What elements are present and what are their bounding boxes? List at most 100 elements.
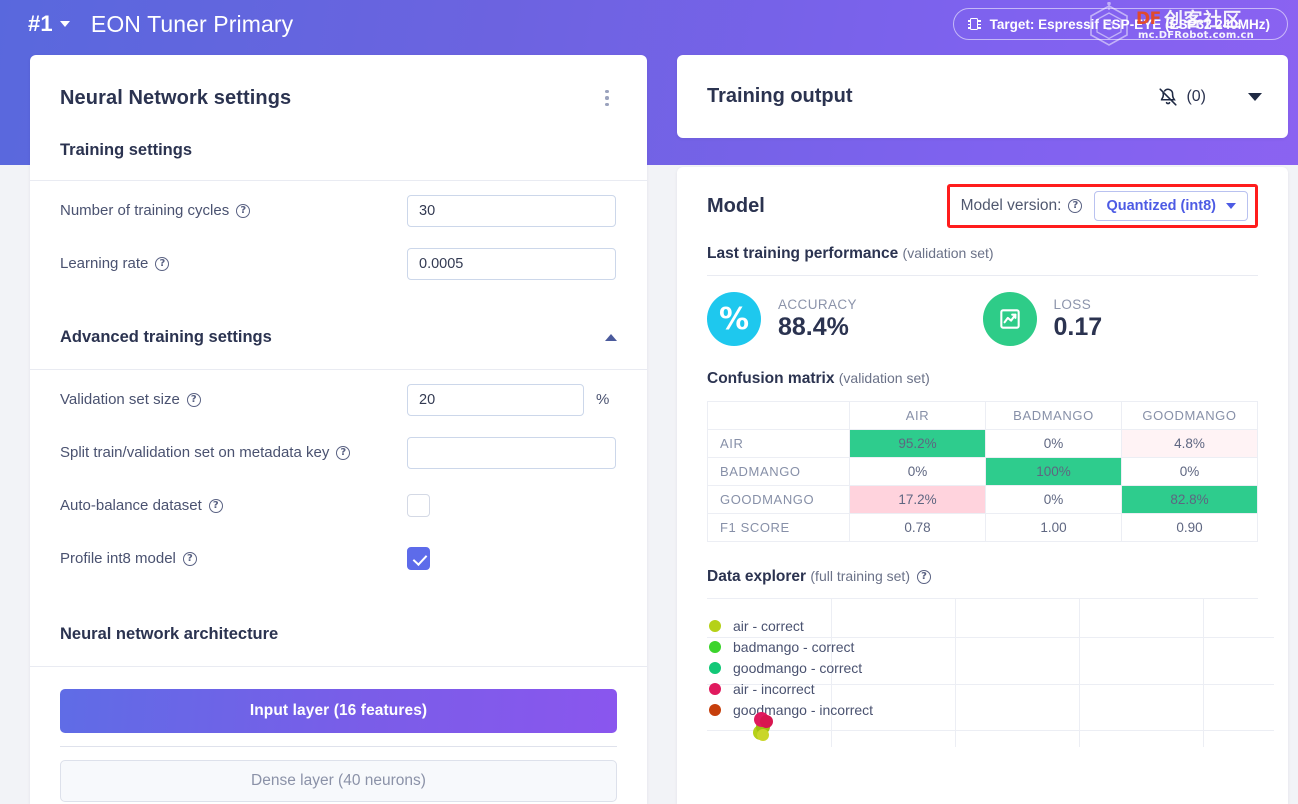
- last-training-performance-heading: Last training performance (validation se…: [677, 245, 1288, 263]
- label-text: Number of training cycles: [60, 202, 230, 219]
- top-bar: #1 EON Tuner Primary Target: Espressif E…: [0, 0, 1298, 48]
- metric-accuracy: % ACCURACY 88.4%: [707, 292, 983, 346]
- field-label: Auto-balance dataset ?: [60, 497, 407, 514]
- divider: [30, 369, 647, 370]
- legend-label: goodmango - correct: [733, 659, 863, 676]
- field-learning-rate: Learning rate ?: [30, 237, 647, 290]
- cell: 95.2%: [849, 429, 986, 458]
- metadata-split-key-input[interactable]: [407, 436, 616, 469]
- neural-network-settings-card: Neural Network settings Training setting…: [30, 55, 647, 804]
- help-circle-icon[interactable]: ?: [1068, 199, 1083, 213]
- cell: 1.00: [985, 513, 1122, 542]
- kebab-menu-icon[interactable]: [597, 85, 617, 111]
- legend-dot-icon: [709, 619, 721, 632]
- legend-dot-icon: [709, 703, 721, 716]
- architecture-heading: Neural network architecture: [60, 625, 279, 643]
- cell: 0%: [1121, 457, 1258, 486]
- legend-item[interactable]: air - incorrect: [709, 678, 873, 699]
- label-text: Learning rate: [60, 255, 149, 272]
- col-header-goodmango: GOODMANGO: [1121, 401, 1258, 430]
- project-selector[interactable]: #1: [28, 11, 70, 37]
- table-row: F1 SCORE 0.78 1.00 0.90: [707, 513, 1258, 542]
- profile-int8-model-checkbox[interactable]: [407, 547, 430, 570]
- row-header: GOODMANGO: [707, 485, 850, 514]
- layer-dense-layer[interactable]: Dense layer (40 neurons): [60, 760, 617, 802]
- confusion-matrix: AIR BADMANGO GOODMANGO AIR 95.2% 0% 4.8%…: [677, 401, 1288, 542]
- layer-connector: [60, 746, 617, 747]
- target-device-label: Target: Espressif ESP-EYE (ESP32 240MHz): [989, 16, 1270, 32]
- gridline-vertical: [1079, 599, 1080, 747]
- label-text: Profile int8 model: [60, 550, 176, 567]
- model-version-select[interactable]: Quantized (int8): [1094, 191, 1248, 221]
- card-header: Neural Network settings: [30, 55, 647, 141]
- gridline-vertical: [955, 599, 956, 747]
- field-label: Split train/validation set on metadata k…: [60, 444, 407, 461]
- help-circle-icon[interactable]: ?: [155, 256, 170, 271]
- metric-value: 0.17: [1053, 312, 1103, 341]
- metric-value: 88.4%: [778, 312, 849, 341]
- legend-dot-icon: [709, 640, 721, 653]
- advanced-training-settings-toggle[interactable]: Advanced training settings: [30, 328, 647, 347]
- learning-rate-input[interactable]: [407, 247, 616, 280]
- validation-set-size-input[interactable]: [407, 383, 584, 416]
- help-circle-icon[interactable]: ?: [186, 392, 201, 407]
- data-explorer-heading: Data explorer (full training set) ?: [677, 568, 1288, 586]
- layer-input-layer[interactable]: Input layer (16 features): [60, 689, 617, 733]
- cell: 0%: [985, 429, 1122, 458]
- training-output-card: Training output (0): [677, 55, 1288, 138]
- data-explorer-plot[interactable]: air - correct badmango - correct goodman…: [707, 599, 1274, 747]
- field-profile-int8-model: Profile int8 model ?: [30, 532, 647, 585]
- table-row: AIR 95.2% 0% 4.8%: [707, 429, 1258, 458]
- model-version-label: Model version: ?: [961, 197, 1083, 215]
- label-text: Model version:: [960, 197, 1062, 214]
- notification-count: (0): [1186, 87, 1206, 105]
- training-output-title: Training output: [707, 85, 853, 107]
- cell: 82.8%: [1121, 485, 1258, 514]
- help-circle-icon[interactable]: ?: [236, 203, 251, 218]
- help-circle-icon[interactable]: ?: [208, 498, 223, 513]
- legend-item[interactable]: badmango - correct: [709, 636, 873, 657]
- chevron-down-icon[interactable]: [59, 21, 70, 27]
- chevron-up-icon[interactable]: [605, 334, 617, 341]
- chevron-down-icon[interactable]: [1248, 92, 1262, 101]
- legend-label: air - incorrect: [733, 680, 815, 697]
- row-header: BADMANGO: [707, 457, 850, 486]
- col-header-badmango: BADMANGO: [985, 401, 1122, 430]
- target-device-badge[interactable]: Target: Espressif ESP-EYE (ESP32 240MHz): [952, 8, 1288, 40]
- chart-line-icon: [982, 292, 1037, 346]
- cell: 4.8%: [1121, 429, 1258, 458]
- help-circle-icon[interactable]: ?: [182, 551, 197, 566]
- notifications-toggle[interactable]: (0): [1157, 86, 1206, 108]
- metric-loss: LOSS 0.17: [982, 292, 1259, 346]
- auto-balance-dataset-checkbox[interactable]: [407, 494, 430, 517]
- field-auto-balance-dataset: Auto-balance dataset ?: [30, 479, 647, 532]
- heading-suffix: (validation set): [902, 245, 994, 261]
- field-label: Number of training cycles ?: [60, 202, 407, 219]
- project-number: #1: [28, 11, 53, 36]
- row-header: AIR: [707, 429, 850, 458]
- heading-text: Last training performance: [707, 245, 899, 262]
- percent-suffix: %: [596, 391, 610, 408]
- help-circle-icon[interactable]: ?: [336, 445, 351, 460]
- col-header-air: AIR: [849, 401, 986, 430]
- model-results-card: Model Model version: ? Quantized (int8) …: [677, 167, 1288, 804]
- confusion-matrix-heading: Confusion matrix (validation set): [677, 370, 1288, 388]
- chart-legend: air - correct badmango - correct goodman…: [709, 615, 873, 720]
- bell-off-icon: [1159, 87, 1178, 106]
- cell: 0.78: [849, 513, 986, 542]
- metrics-row: % ACCURACY 88.4% LOSS 0.17: [677, 276, 1288, 346]
- legend-item[interactable]: goodmango - incorrect: [709, 699, 873, 720]
- help-circle-icon[interactable]: ?: [916, 570, 931, 584]
- field-label: Profile int8 model ?: [60, 550, 407, 567]
- training-cycles-input[interactable]: [407, 194, 616, 227]
- row-header: F1 SCORE: [707, 513, 850, 542]
- legend-item[interactable]: air - correct: [709, 615, 873, 636]
- field-label: Learning rate ?: [60, 255, 407, 272]
- field-label: Validation set size ?: [60, 391, 407, 408]
- legend-item[interactable]: goodmango - correct: [709, 657, 873, 678]
- label-text: Split train/validation set on metadata k…: [60, 444, 330, 461]
- table-row: BADMANGO 0% 100% 0%: [707, 457, 1258, 486]
- percent-icon: %: [707, 292, 761, 346]
- col-header-blank: [707, 401, 850, 430]
- label-text: Auto-balance dataset: [60, 497, 202, 514]
